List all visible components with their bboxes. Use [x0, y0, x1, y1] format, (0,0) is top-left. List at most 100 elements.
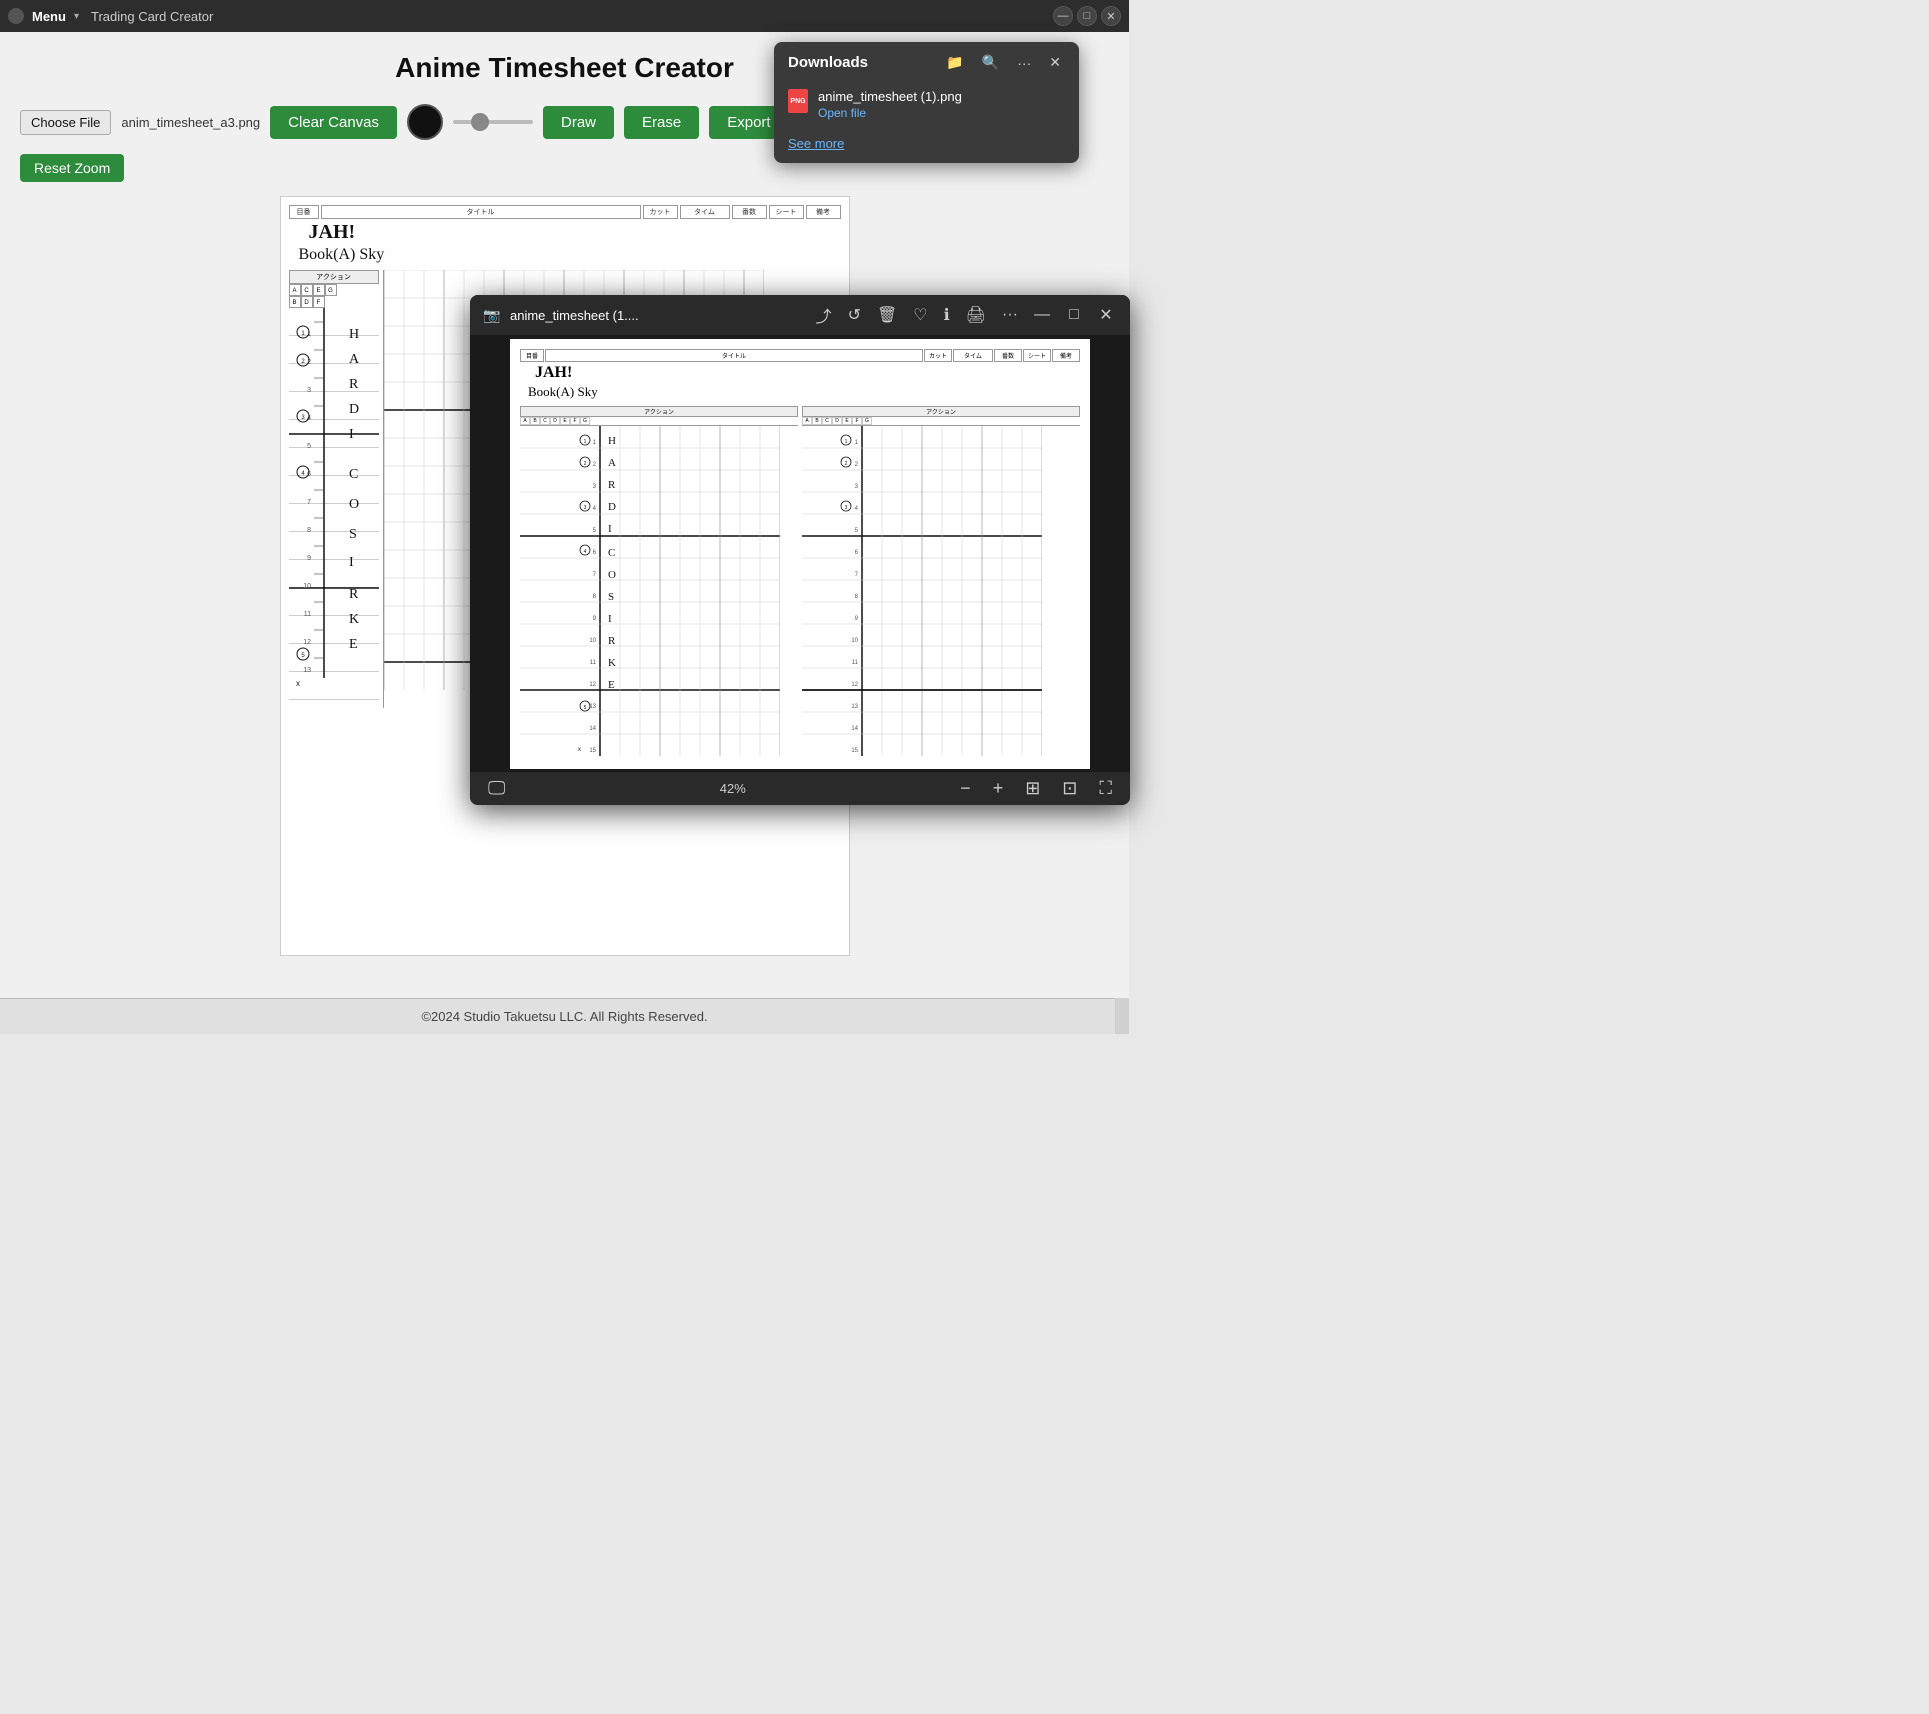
svg-text:5: 5	[584, 705, 587, 711]
svg-text:7: 7	[855, 572, 859, 578]
svg-text:11: 11	[303, 611, 310, 618]
svg-text:15: 15	[589, 748, 596, 754]
reset-zoom-button[interactable]: Reset Zoom	[20, 154, 124, 182]
svg-text:6: 6	[855, 550, 859, 556]
svg-text:1: 1	[301, 331, 305, 337]
svg-text:11: 11	[852, 660, 859, 666]
color-swatch[interactable]	[407, 104, 443, 140]
svg-text:x: x	[296, 679, 300, 688]
brush-size-slider[interactable]	[453, 120, 533, 124]
svg-text:2: 2	[301, 359, 305, 365]
app-icon	[8, 8, 24, 24]
svg-text:5: 5	[593, 528, 597, 534]
choose-file-button[interactable]: Choose File	[20, 110, 111, 135]
svg-text:3: 3	[584, 505, 587, 511]
viewer-print-icon[interactable]: 🖨	[962, 303, 990, 327]
svg-text:H: H	[608, 435, 616, 447]
open-file-link[interactable]: Open file	[818, 106, 866, 120]
brush-size-slider-container	[453, 120, 533, 124]
svg-text:5: 5	[307, 443, 311, 450]
svg-text:8: 8	[593, 594, 597, 600]
downloads-search-icon[interactable]: 🔍	[978, 52, 1003, 73]
maximize-button[interactable]: □	[1077, 6, 1097, 26]
svg-text:C: C	[608, 547, 615, 559]
viewer-info-icon[interactable]: ℹ	[940, 303, 954, 327]
svg-text:3: 3	[307, 387, 311, 394]
file-name-label: anim_timesheet_a3.png	[121, 115, 260, 130]
svg-text:O: O	[608, 569, 616, 581]
svg-text:2: 2	[855, 462, 859, 468]
title-bar: Menu ▾ Trading Card Creator — □ ✕	[0, 0, 1129, 32]
viewer-rotate-icon[interactable]: ↺	[844, 303, 865, 327]
see-more-link[interactable]: See more	[774, 130, 1079, 163]
viewer-titlebar: 📷 anime_timesheet (1.... ⤴ ↺ 🗑 ♡ ℹ 🖨 ···…	[470, 295, 1130, 335]
clear-canvas-button[interactable]: Clear Canvas	[270, 106, 397, 139]
footer-copyright: ©2024 Studio Takuetsu LLC. All Rights Re…	[421, 1009, 707, 1024]
svg-text:R: R	[349, 377, 359, 392]
svg-text:6: 6	[593, 550, 597, 556]
erase-button[interactable]: Erase	[624, 106, 699, 139]
svg-text:S: S	[349, 527, 357, 542]
svg-text:10: 10	[589, 638, 596, 644]
close-button[interactable]: ✕	[1101, 6, 1121, 26]
svg-text:15: 15	[851, 748, 858, 754]
svg-text:4: 4	[301, 471, 305, 477]
downloads-title: Downloads	[788, 54, 932, 71]
draw-button[interactable]: Draw	[543, 106, 614, 139]
viewer-sheet: 目番 タイトル カット タイム 番数 シート 備考 JAH! Book(A) S…	[510, 339, 1090, 769]
viewer-more-icon[interactable]: ···	[998, 304, 1022, 326]
viewer-delete-icon[interactable]: 🗑	[873, 303, 901, 327]
viewer-close-button[interactable]: ✕	[1094, 303, 1118, 327]
menu-button[interactable]: Menu	[32, 9, 66, 24]
svg-text:K: K	[349, 612, 359, 627]
svg-text:14: 14	[589, 726, 596, 732]
svg-text:3: 3	[593, 484, 597, 490]
viewer-heart-icon[interactable]: ♡	[909, 303, 931, 327]
svg-text:E: E	[349, 637, 358, 652]
viewer-share-icon[interactable]: ⤴	[812, 301, 836, 329]
svg-text:2: 2	[584, 461, 587, 467]
viewer-minimize-button[interactable]: —	[1030, 303, 1054, 327]
downloads-close-icon[interactable]: ✕	[1045, 52, 1065, 73]
svg-text:2: 2	[593, 462, 597, 468]
viewer-zoom-out-button[interactable]: −	[954, 778, 977, 799]
svg-text:8: 8	[307, 527, 311, 534]
downloads-more-icon[interactable]: ···	[1013, 53, 1035, 73]
downloads-item: PNG anime_timesheet (1).png Open file	[774, 81, 1079, 130]
file-type-icon: PNG	[788, 89, 808, 113]
svg-text:7: 7	[593, 572, 597, 578]
svg-text:S: S	[608, 591, 614, 603]
viewer-filename: anime_timesheet (1....	[510, 308, 804, 323]
svg-text:x: x	[578, 747, 581, 753]
svg-text:10: 10	[303, 583, 311, 590]
viewer-toolbar-icons: ⤴ ↺ 🗑 ♡ ℹ 🖨 ···	[812, 301, 1022, 329]
svg-text:13: 13	[303, 667, 311, 674]
svg-text:9: 9	[855, 616, 859, 622]
downloads-folder-icon[interactable]: 📁	[942, 52, 967, 73]
viewer-app-icon: 📷	[482, 305, 502, 325]
svg-text:3: 3	[301, 415, 305, 421]
svg-text:R: R	[608, 635, 616, 647]
svg-text:4: 4	[584, 549, 587, 555]
svg-text:R: R	[349, 587, 359, 602]
viewer-slideshow-button[interactable]: ⊡	[1056, 778, 1083, 799]
viewer-maximize-button[interactable]: □	[1062, 303, 1086, 327]
image-viewer-window: 📷 anime_timesheet (1.... ⤴ ↺ 🗑 ♡ ℹ 🖨 ···…	[470, 295, 1130, 805]
viewer-zoom-in-button[interactable]: +	[987, 778, 1010, 799]
svg-text:12: 12	[589, 682, 596, 688]
svg-text:7: 7	[307, 499, 311, 506]
svg-text:10: 10	[851, 638, 858, 644]
svg-text:12: 12	[303, 639, 311, 646]
svg-text:5: 5	[301, 653, 305, 659]
svg-text:12: 12	[851, 682, 858, 688]
svg-text:R: R	[608, 479, 616, 491]
viewer-expand-button[interactable]: ⛶	[1093, 778, 1118, 799]
svg-text:14: 14	[851, 726, 858, 732]
svg-text:4: 4	[593, 506, 597, 512]
viewer-fit-screen-button[interactable]: ⊞	[1019, 778, 1046, 799]
svg-text:O: O	[349, 497, 359, 512]
menu-chevron-icon: ▾	[74, 11, 79, 22]
viewer-monitor-icon[interactable]: 🖵	[482, 778, 511, 799]
svg-text:I: I	[608, 613, 612, 625]
minimize-button[interactable]: —	[1053, 6, 1073, 26]
